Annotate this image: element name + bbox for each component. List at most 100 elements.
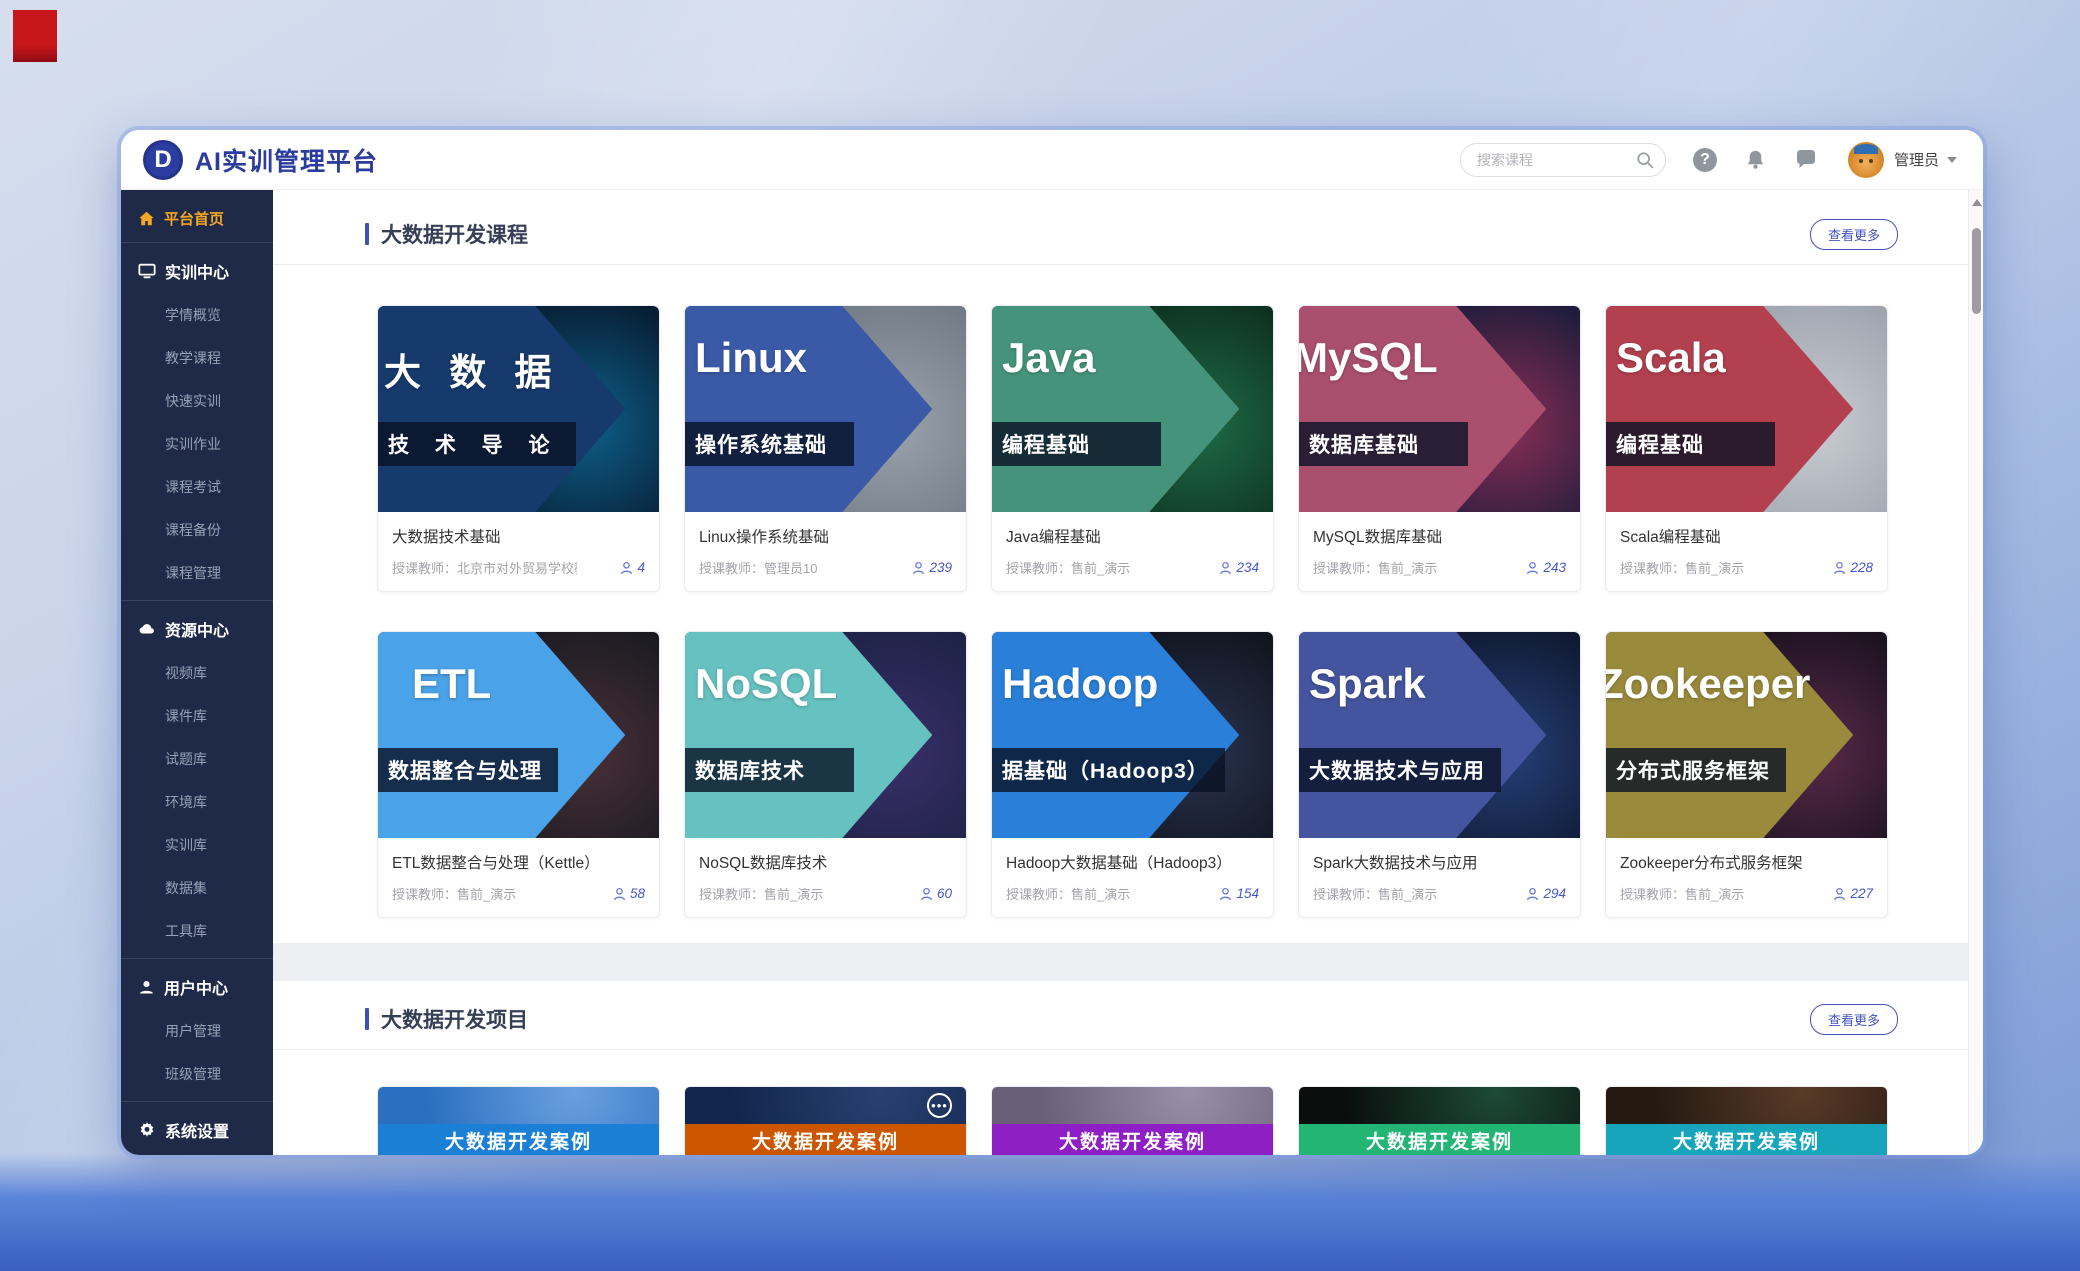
sidebar-item[interactable]: 实训库	[121, 824, 273, 867]
sidebar-item[interactable]: 学情概览	[121, 294, 273, 337]
student-count: 227	[1833, 886, 1873, 901]
course-card[interactable]: Linux 操作系统基础 Linux操作系统基础 授课教师：管理员10	[684, 305, 967, 592]
cover-title: Spark	[1309, 660, 1426, 708]
sidebar-item[interactable]: 数据集	[121, 867, 273, 910]
sidebar-item[interactable]: 课程管理	[121, 552, 273, 595]
sidebar-item[interactable]: 课程考试	[121, 466, 273, 509]
project-cover	[992, 1087, 1273, 1124]
course-card[interactable]: Spark 大数据技术与应用 Spark大数据技术与应用 授课教师：售前_演示	[1298, 631, 1581, 918]
sidebar-item[interactable]: 工具库	[121, 910, 273, 953]
course-title: Hadoop大数据基础（Hadoop3）	[1006, 851, 1259, 873]
person-icon	[1526, 887, 1539, 901]
cover-subtitle-band: 数据库基础	[1299, 422, 1468, 466]
project-card[interactable]: 大数据开发案例	[377, 1086, 660, 1155]
divider	[121, 242, 273, 243]
course-cover: Java 编程基础	[992, 306, 1273, 512]
cover-subtitle-band: 据基础（Hadoop3）	[992, 748, 1225, 792]
view-more-button[interactable]: 查看更多	[1810, 219, 1898, 250]
course-card[interactable]: ETL 数据整合与处理 ETL数据整合与处理（Kettle） 授课教师：售前_演…	[377, 631, 660, 918]
course-card[interactable]: 大 数 据 技 术 导 论 大数据技术基础 授课教师：北京市对外贸易学校教...	[377, 305, 660, 592]
course-title: ETL数据整合与处理（Kettle）	[392, 851, 645, 873]
user-menu-caret-icon[interactable]	[1947, 157, 1957, 163]
course-teacher: 授课教师：管理员10	[699, 558, 817, 577]
sidebar-item[interactable]: 实训作业	[121, 423, 273, 466]
course-teacher: 授课教师：售前_演示	[1313, 558, 1437, 577]
cover-subtitle-band: 技 术 导 论	[378, 422, 576, 466]
scroll-up-arrow-icon[interactable]	[1972, 199, 1982, 206]
cover-title: Scala	[1616, 334, 1726, 382]
project-card-row: 大数据开发案例 ••• 大数据开发案例 大数据开发案例	[273, 1086, 1968, 1155]
course-card[interactable]: NoSQL 数据库技术 NoSQL数据库技术 授课教师：售前_演示	[684, 631, 967, 918]
sidebar-item[interactable]: 快速实训	[121, 380, 273, 423]
project-card[interactable]: 大数据开发案例	[991, 1086, 1274, 1155]
course-title: Java编程基础	[1006, 525, 1259, 547]
sidebar-item[interactable]: 视频库	[121, 652, 273, 695]
notification-bell-icon[interactable]	[1744, 148, 1767, 171]
view-more-button[interactable]: 查看更多	[1810, 1004, 1898, 1035]
app-logo-icon: D	[143, 140, 183, 180]
person-icon	[1833, 887, 1846, 901]
sidebar-section-resources[interactable]: 资源中心	[121, 606, 273, 652]
person-icon	[920, 887, 933, 901]
course-card[interactable]: Hadoop 据基础（Hadoop3） Hadoop大数据基础（Hadoop3）…	[991, 631, 1274, 918]
divider	[121, 958, 273, 959]
course-teacher: 授课教师：售前_演示	[1620, 558, 1744, 577]
message-icon[interactable]	[1794, 148, 1818, 172]
course-card[interactable]: Java 编程基础 Java编程基础 授课教师：售前_演示	[991, 305, 1274, 592]
course-card-row-2: ETL 数据整合与处理 ETL数据整合与处理（Kettle） 授课教师：售前_演…	[273, 631, 1968, 918]
search-box	[1460, 143, 1666, 177]
project-banner-label: 大数据开发案例	[1673, 1127, 1820, 1154]
app-header: D AI实训管理平台 ?	[121, 130, 1983, 190]
course-cover: Zookeeper 分布式服务框架	[1606, 632, 1887, 838]
sidebar-section-settings[interactable]: 系统设置	[121, 1107, 273, 1153]
student-count: 294	[1526, 886, 1566, 901]
course-card[interactable]: Zookeeper 分布式服务框架 Zookeeper分布式服务框架 授课教师：…	[1605, 631, 1888, 918]
course-card[interactable]: MySQL 数据库基础 MySQL 数据库基础 授课教师：售前_演示	[1298, 305, 1581, 592]
cover-title: ETL	[412, 660, 491, 708]
project-cover	[1299, 1087, 1580, 1124]
cover-title: MySQL	[1299, 334, 1438, 382]
cover-subtitle-band: 分布式服务框架	[1606, 748, 1786, 792]
course-cover: MySQL 数据库基础	[1299, 306, 1580, 512]
sidebar-item[interactable]: 用户管理	[121, 1010, 273, 1053]
resource-center-icon	[138, 620, 156, 638]
course-cover: 大 数 据 技 术 导 论	[378, 306, 659, 512]
course-cover: Hadoop 据基础（Hadoop3）	[992, 632, 1273, 838]
user-name[interactable]: 管理员	[1894, 149, 1939, 170]
course-teacher: 授课教师：售前_演示	[392, 884, 516, 903]
main-content: 大数据开发课程 查看更多 大 数 据 技 术 导 论 大数据技	[273, 190, 1983, 1155]
course-teacher: 授课教师：售前_演示	[1313, 884, 1437, 903]
course-cover: ETL 数据整合与处理	[378, 632, 659, 838]
help-icon[interactable]: ?	[1693, 148, 1717, 172]
sidebar-item[interactable]: 环境库	[121, 781, 273, 824]
user-center-icon	[138, 979, 155, 996]
cover-title: Hadoop	[1002, 660, 1158, 708]
sidebar-item[interactable]: 课程备份	[121, 509, 273, 552]
scrollbar-thumb[interactable]	[1972, 228, 1981, 314]
scrollbar[interactable]	[1968, 190, 1983, 1155]
training-center-icon	[138, 262, 156, 280]
user-avatar[interactable]	[1848, 142, 1884, 178]
student-count: 154	[1219, 886, 1259, 901]
app-window: D AI实训管理平台 ?	[121, 130, 1983, 1155]
course-teacher: 授课教师：售前_演示	[1620, 884, 1744, 903]
person-icon	[912, 561, 925, 575]
course-teacher: 授课教师：北京市对外贸易学校教...	[392, 558, 577, 577]
project-card[interactable]: 大数据开发案例	[1298, 1086, 1581, 1155]
sidebar-item[interactable]: 课件库	[121, 695, 273, 738]
sidebar-item[interactable]: 教学课程	[121, 337, 273, 380]
project-card[interactable]: 大数据开发案例	[1605, 1086, 1888, 1155]
app-title: AI实训管理平台	[195, 142, 378, 178]
course-card[interactable]: Scala 编程基础 Scala编程基础 授课教师：售前_演示	[1605, 305, 1888, 592]
divider	[273, 1049, 1968, 1050]
sidebar-item-home[interactable]: 平台首页	[121, 199, 273, 237]
divider	[121, 600, 273, 601]
search-icon[interactable]	[1636, 151, 1654, 169]
project-card[interactable]: ••• 大数据开发案例	[684, 1086, 967, 1155]
student-count: 234	[1219, 560, 1259, 575]
sidebar-item[interactable]: 班级管理	[121, 1053, 273, 1096]
student-count: 228	[1833, 560, 1873, 575]
sidebar-section-users[interactable]: 用户中心	[121, 964, 273, 1010]
sidebar-item[interactable]: 试题库	[121, 738, 273, 781]
sidebar-section-training[interactable]: 实训中心	[121, 248, 273, 294]
